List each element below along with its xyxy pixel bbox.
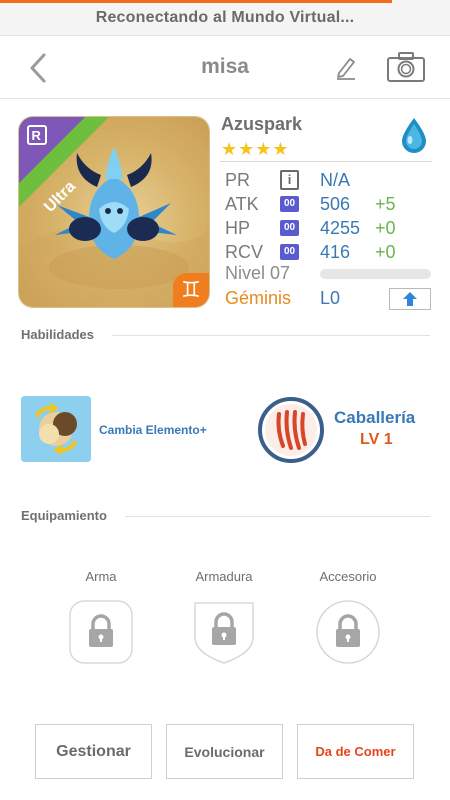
equipment-section-title: Equipamiento xyxy=(21,508,107,523)
sign-upgrade-button[interactable] xyxy=(389,288,431,310)
feed-button[interactable]: Da de Comer xyxy=(297,724,414,779)
camera-icon xyxy=(387,52,425,82)
weapon-slot-label: Arma xyxy=(85,569,117,584)
stat-bonus: +0 xyxy=(375,242,396,262)
manage-button[interactable]: Gestionar xyxy=(35,724,152,779)
stat-label: PR xyxy=(225,170,251,190)
info-icon[interactable]: i xyxy=(280,170,299,190)
nav-bar: misa xyxy=(0,37,450,99)
zodiac-badge: ♊ xyxy=(173,273,209,307)
stat-value: 416 xyxy=(320,242,351,262)
arrow-up-icon xyxy=(403,292,417,306)
accessory-slot-label: Accesorio xyxy=(319,569,377,584)
reconnect-progress-bar xyxy=(0,0,392,3)
stat-label: ATK xyxy=(225,194,259,214)
level-progress-bar xyxy=(320,269,431,279)
leader-skill-level: LV 1 xyxy=(360,431,393,448)
section-divider xyxy=(125,516,430,517)
rarity-letter: R xyxy=(32,128,42,143)
section-divider xyxy=(112,335,430,336)
accessory-slot[interactable] xyxy=(315,599,381,665)
stat-label: RCV xyxy=(225,242,264,262)
armor-slot-label: Armadura xyxy=(195,569,253,584)
active-skill-name: Cambia Elemento+ xyxy=(99,423,207,437)
armor-slot[interactable] xyxy=(191,599,257,665)
monster-detail-screen: Reconectando al Mundo Virtual... misa Ul… xyxy=(0,0,450,800)
stat-value: 506 xyxy=(320,194,351,214)
monster-name: Azuspark xyxy=(221,114,303,134)
page-title: misa xyxy=(201,55,249,78)
zodiac-sign-level: L0 xyxy=(320,288,341,308)
info-divider xyxy=(220,161,432,162)
armor-slot-frame xyxy=(194,602,254,664)
water-drop-icon xyxy=(402,118,426,153)
evolve-button[interactable]: Evolucionar xyxy=(166,724,283,779)
level-label: Nivel 07 xyxy=(225,263,291,283)
leader-skill-icon[interactable] xyxy=(257,396,325,464)
status-text: Reconectando al Mundo Virtual... xyxy=(95,9,355,26)
stat-plus-chip: 00 xyxy=(280,220,299,236)
stat-bonus: +5 xyxy=(375,194,396,214)
leader-skill-name: Caballería xyxy=(334,408,416,427)
status-bar: Reconectando al Mundo Virtual... xyxy=(0,0,450,36)
camera-button[interactable] xyxy=(386,51,426,83)
element-swap-icon xyxy=(21,396,91,462)
accessory-slot-frame xyxy=(316,600,380,664)
monster-portrait[interactable]: Ultra R ♊ xyxy=(19,117,209,307)
pencil-icon xyxy=(337,58,355,80)
weapon-slot-frame xyxy=(69,600,133,664)
stat-value: 4255 xyxy=(320,218,361,238)
skills-section-title: Habilidades xyxy=(21,327,94,342)
weapon-slot[interactable] xyxy=(68,599,134,665)
stat-label: HP xyxy=(225,218,251,238)
stat-bonus: +0 xyxy=(375,218,396,238)
edit-button[interactable] xyxy=(333,53,359,81)
stat-value: N/A xyxy=(320,170,351,190)
claw-slash-icon xyxy=(258,397,324,463)
star-rating: ★★★★ xyxy=(221,139,290,159)
active-skill-icon[interactable] xyxy=(21,396,91,462)
zodiac-sign-label: Géminis xyxy=(225,288,292,308)
stat-plus-chip: 00 xyxy=(280,244,299,260)
rarity-label: Ultra xyxy=(41,178,79,216)
stat-plus-chip: 00 xyxy=(280,196,299,212)
